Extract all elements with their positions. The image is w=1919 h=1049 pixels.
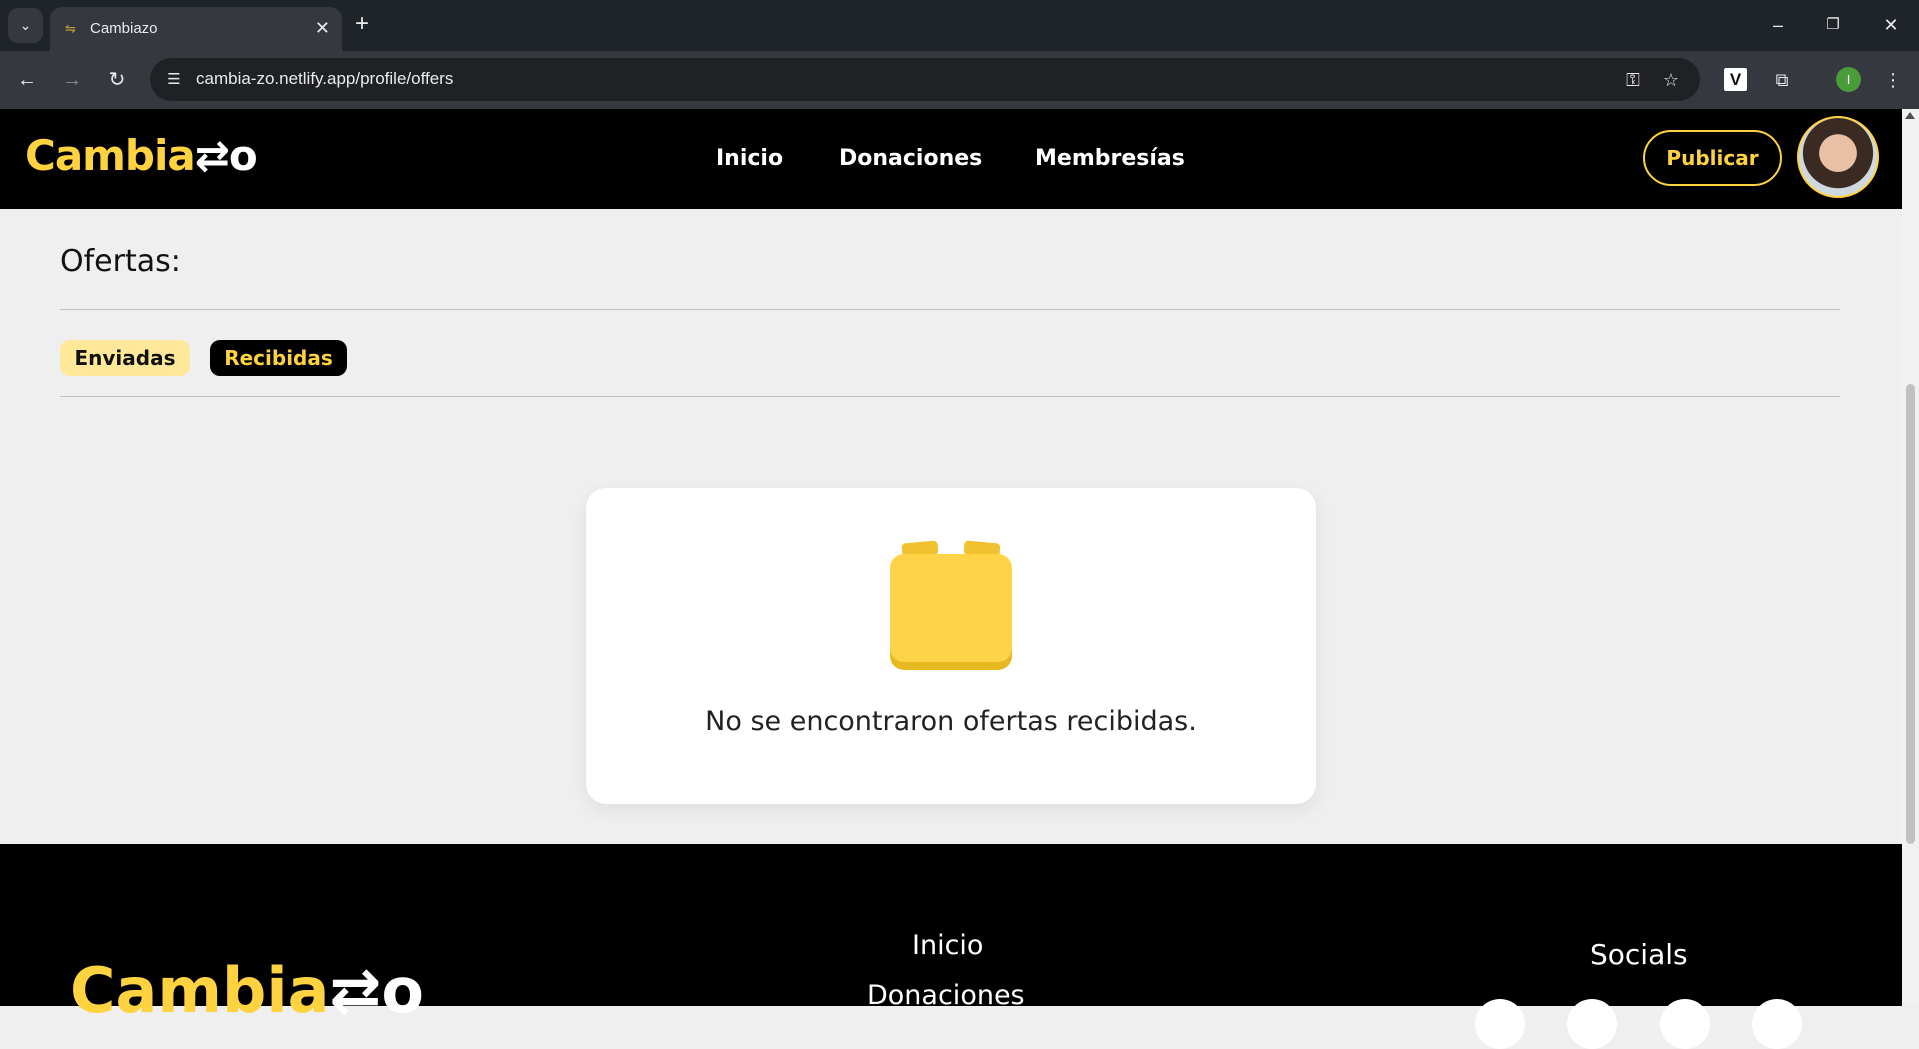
nav-link-inicio[interactable]: Inicio — [716, 146, 783, 171]
nav-link-membresias[interactable]: Membresías — [1035, 146, 1185, 171]
puzzle-icon[interactable]: ⧉ — [1767, 65, 1797, 95]
site-footer: Cambia⇄o Inicio Donaciones Socials — [0, 844, 1902, 1049]
swap-arrows-icon: ⇋ — [65, 21, 76, 36]
chevron-down-icon: ⌄ — [19, 17, 32, 33]
scroll-up-icon[interactable] — [1905, 112, 1915, 119]
publish-button[interactable]: Publicar — [1643, 130, 1782, 186]
empty-box-icon — [890, 540, 1012, 670]
social-link-2[interactable] — [1567, 999, 1617, 1049]
social-link-3[interactable] — [1660, 999, 1710, 1049]
scroll-thumb[interactable] — [1906, 384, 1915, 844]
browser-toolbar: ← → ↻ ☰ cambia-zo.netlify.app/profile/of… — [0, 51, 1919, 109]
social-link-4[interactable] — [1752, 999, 1802, 1049]
arrow-left-icon[interactable]: ← — [12, 65, 42, 95]
site-logo[interactable]: Cambia⇄o — [25, 131, 258, 180]
tab-search-button[interactable]: ⌄ — [8, 8, 43, 43]
arrow-right-icon[interactable]: → — [57, 65, 87, 95]
tab-title: Cambiazo — [90, 20, 158, 37]
page-scrollbar[interactable] — [1902, 109, 1919, 1006]
user-avatar[interactable] — [1797, 116, 1879, 198]
v-extension-icon[interactable]: V — [1724, 68, 1747, 91]
profile-avatar-icon[interactable]: I — [1836, 67, 1861, 92]
empty-state-message: No se encontraron ofertas recibidas. — [705, 706, 1197, 737]
logo-text: Cambia — [25, 131, 196, 180]
tabs-divider — [60, 396, 1840, 397]
browser-chrome: ⌄ ⇋ Cambiazo ✕ + – ❐ ✕ ← → ↻ ☰ cambia-zo… — [0, 0, 1919, 109]
footer-logo-tail: ⇄o — [329, 954, 424, 1027]
star-icon[interactable]: ☆ — [1658, 67, 1684, 93]
logo-tail: ⇄o — [194, 131, 258, 180]
footer-logo[interactable]: Cambia⇄o — [70, 954, 424, 1027]
footer-link-donaciones[interactable]: Donaciones — [867, 980, 1025, 1011]
social-link-1[interactable] — [1475, 999, 1525, 1049]
site-header: Cambia⇄o Inicio Donaciones Membresías Pu… — [0, 109, 1902, 209]
empty-state-card: No se encontraron ofertas recibidas. — [586, 488, 1316, 804]
tab-recibidas[interactable]: Recibidas — [210, 340, 347, 376]
page-title: Ofertas: — [60, 244, 181, 279]
close-icon[interactable]: ✕ — [315, 18, 330, 38]
footer-link-inicio[interactable]: Inicio — [912, 930, 983, 961]
address-bar[interactable]: ☰ cambia-zo.netlify.app/profile/offers ⚿… — [150, 58, 1700, 101]
nav-link-donaciones[interactable]: Donaciones — [839, 146, 982, 171]
footer-logo-text: Cambia — [70, 954, 330, 1027]
minimize-icon[interactable]: – — [1758, 10, 1798, 40]
restore-icon[interactable]: ❐ — [1813, 10, 1853, 40]
tab-strip: ⌄ ⇋ Cambiazo ✕ + – ❐ ✕ — [0, 0, 1919, 51]
title-divider — [60, 309, 1840, 310]
close-icon[interactable]: ✕ — [1871, 10, 1911, 40]
key-icon[interactable]: ⚿ — [1620, 67, 1646, 93]
reload-icon[interactable]: ↻ — [102, 65, 132, 95]
kebab-menu-icon[interactable]: ⋮ — [1878, 65, 1908, 95]
tune-icon[interactable]: ☰ — [162, 68, 186, 92]
tab-enviadas[interactable]: Enviadas — [60, 340, 190, 376]
plus-icon[interactable]: + — [355, 10, 369, 38]
footer-socials-heading: Socials — [1590, 938, 1688, 971]
browser-tab[interactable]: ⇋ Cambiazo ✕ — [50, 7, 342, 51]
url-text[interactable]: cambia-zo.netlify.app/profile/offers — [196, 69, 453, 89]
